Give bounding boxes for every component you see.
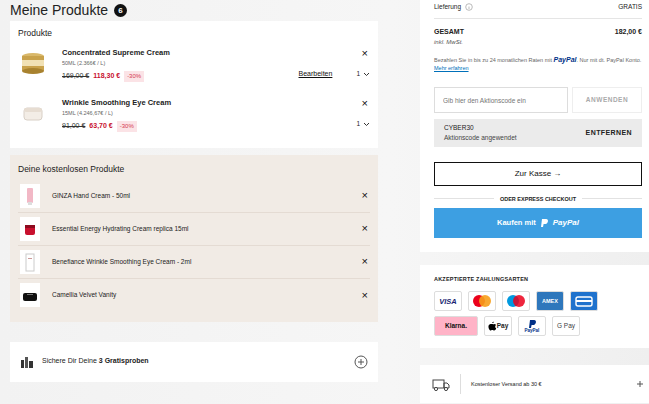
old-price: 91,00 € xyxy=(62,121,85,132)
product-row: Concentrated Supreme Cream 50ML (2.366€ /… xyxy=(18,48,370,92)
free-shipping-row[interactable]: Kostenloser Versand ab 30 € xyxy=(420,365,649,403)
product-prices: 169,00 € 118,30 € -30% xyxy=(62,71,232,82)
installment-note: Bezahlen Sie in bis zu 24 monatlichen Ra… xyxy=(434,55,642,73)
cart-count-badge: 6 xyxy=(114,4,127,17)
payment-logo: VISA xyxy=(434,291,462,311)
remove-button[interactable]: × xyxy=(360,223,370,234)
free-product-row: GINZA Hand Cream - 50ml× xyxy=(18,180,370,213)
product-row: Wrinkle Smoothing Eye Cream 15ML (4.246,6… xyxy=(18,98,370,142)
free-product-row: Camellia Velvet Vanity× xyxy=(18,279,370,312)
payment-methods-card: AKZEPTIERTE ZAHLUNGSARTEN VISA AMEX Klarna.… xyxy=(420,265,649,348)
product-prices: 91,00 € 63,70 € -30% xyxy=(62,121,232,132)
paypal-icon xyxy=(528,319,537,329)
free-product-name: Camellia Velvet Vanity xyxy=(52,290,360,300)
remove-button[interactable]: × xyxy=(360,190,370,201)
payment-logo: G Pay xyxy=(552,316,580,336)
tax-note: inkl. MwSt. xyxy=(434,38,642,47)
product-name[interactable]: Concentrated Supreme Cream xyxy=(62,48,232,57)
payment-logo: Pay xyxy=(484,316,512,336)
maestro-icon xyxy=(504,294,528,308)
free-product-name: Essential Energy Hydrating Cream replica… xyxy=(52,224,360,234)
quantity-select[interactable]: 1 xyxy=(356,119,370,129)
card-icon xyxy=(574,294,594,308)
info-icon xyxy=(465,3,473,11)
remove-button[interactable]: × xyxy=(360,48,370,59)
remove-button[interactable]: × xyxy=(360,256,370,267)
product-image-icon xyxy=(18,48,48,78)
mastercard-icon xyxy=(470,294,494,308)
free-products-panel: Deine kostenlosen Produkte GINZA Hand Cre… xyxy=(10,155,378,322)
free-product-name: Benefiance Wrinkle Smoothing Eye Cream -… xyxy=(52,257,360,267)
remove-button[interactable]: × xyxy=(360,98,370,109)
apply-button[interactable]: ANWENDEN xyxy=(572,87,642,113)
chevron-down-icon xyxy=(363,71,370,77)
promo-code-input[interactable] xyxy=(434,87,568,113)
apple-icon xyxy=(488,321,497,331)
learn-more-link[interactable]: Mehr erfahren xyxy=(434,65,469,71)
payment-logo xyxy=(570,291,598,311)
payment-logo: AMEX xyxy=(536,291,564,311)
products-heading: Produkte xyxy=(18,27,370,40)
new-price: 118,30 € xyxy=(93,71,120,82)
plus-icon xyxy=(636,380,644,388)
applied-note: Aktionscode angewendet xyxy=(444,133,517,143)
product-image-icon xyxy=(18,98,48,128)
free-product-image-icon xyxy=(21,284,39,306)
free-product-image-icon xyxy=(21,251,39,273)
chevron-down-icon xyxy=(363,121,370,127)
samples-icon xyxy=(20,355,34,369)
express-divider: ODER EXPRESS CHECKOUT xyxy=(434,195,642,203)
plus-circle-icon xyxy=(354,355,368,369)
old-price: 169,00 € xyxy=(62,71,89,82)
product-size: 15ML (4.246,67€ / L) xyxy=(62,109,232,117)
samples-row[interactable]: Sichere Dir Deine 3 Gratisproben xyxy=(10,342,378,382)
paypal-button[interactable]: Kaufen mitPayPal xyxy=(434,208,642,238)
payment-logo: Klarna. xyxy=(434,316,478,336)
cart-title: Meine Produkte6 xyxy=(10,0,378,20)
remove-code-button[interactable]: ENTFERNEN xyxy=(586,128,632,139)
edit-link[interactable]: Bearbeiten xyxy=(299,69,333,80)
applied-code-box: CYBER30Aktionscode angewendet ENTFERNEN xyxy=(434,119,642,147)
truck-icon xyxy=(432,376,450,392)
checkout-button[interactable]: Zur Kasse → xyxy=(434,162,642,186)
promo-form: ANWENDEN xyxy=(434,87,642,113)
payment-methods-heading: AKZEPTIERTE ZAHLUNGSARTEN xyxy=(434,275,642,283)
products-card: Produkte Concentrated Supreme Cream 50ML (… xyxy=(10,21,378,148)
payment-logo xyxy=(468,291,496,311)
order-summary: LieferungGRATIS GESAMT182,00 €inkl. MwSt.… xyxy=(420,0,649,252)
free-product-name: GINZA Hand Cream - 50ml xyxy=(52,191,360,201)
delivery-row: LieferungGRATIS xyxy=(434,2,642,12)
free-product-image-icon xyxy=(21,218,39,240)
free-product-row: Essential Energy Hydrating Cream replica… xyxy=(18,213,370,246)
discount-badge: -30% xyxy=(124,71,144,82)
product-size: 50ML (2.366€ / L) xyxy=(62,59,232,67)
payment-logo xyxy=(502,291,530,311)
free-products-heading: Deine kostenlosen Produkte xyxy=(18,163,370,176)
applied-code: CYBER30 xyxy=(444,123,517,133)
total-row: GESAMT182,00 € xyxy=(434,27,642,38)
remove-button[interactable]: × xyxy=(360,290,370,301)
discount-badge: -30% xyxy=(117,121,137,132)
free-product-image-icon xyxy=(21,185,39,207)
new-price: 63,70 € xyxy=(89,121,112,132)
free-product-row: Benefiance Wrinkle Smoothing Eye Cream -… xyxy=(18,246,370,279)
payment-logo: PayPal xyxy=(518,316,546,336)
product-name[interactable]: Wrinkle Smoothing Eye Cream xyxy=(62,98,232,107)
quantity-select[interactable]: 1 xyxy=(356,69,370,79)
paypal-logo-icon xyxy=(540,218,549,228)
